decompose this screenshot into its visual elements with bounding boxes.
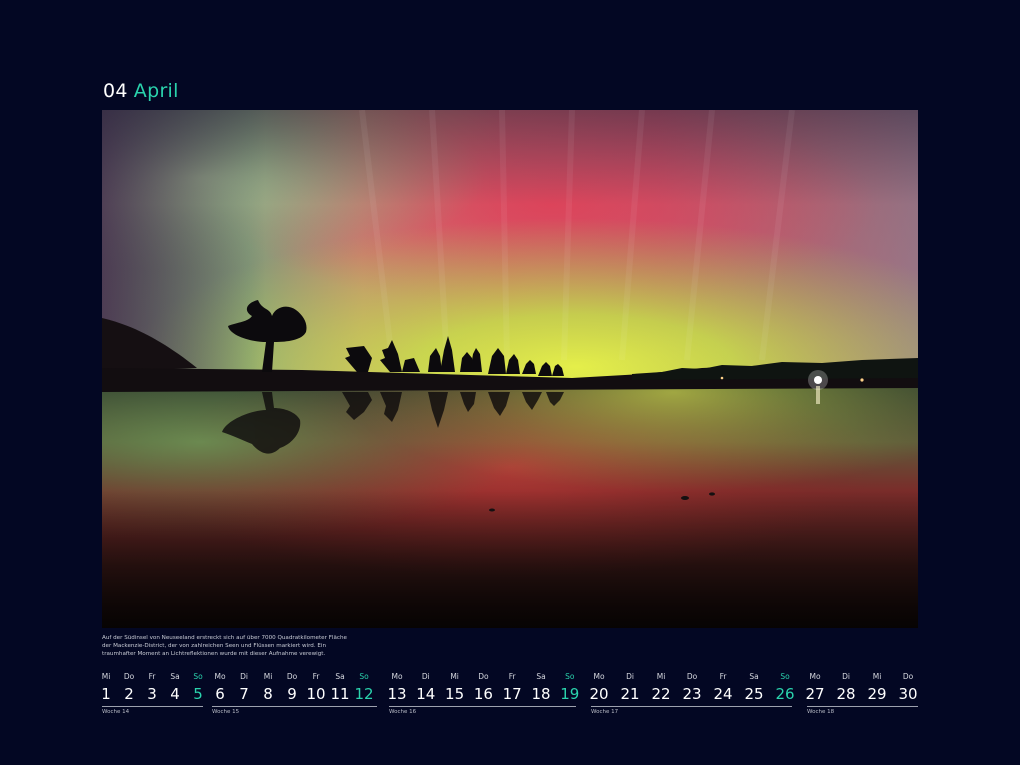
day-number: 22 — [651, 685, 671, 703]
weekday-label: Fr — [508, 672, 516, 681]
week-divider — [389, 706, 576, 707]
calendar-day: So 26 — [770, 672, 800, 704]
weekday-label: Mi — [656, 672, 666, 681]
week-label: Woche 18 — [807, 709, 835, 715]
calendar-day: Sa 18 — [526, 672, 556, 704]
calendar-day: So 19 — [555, 672, 585, 704]
day-number: 23 — [682, 685, 702, 703]
calendar-day: Di 21 — [615, 672, 645, 704]
calendar-day: Mo 13 — [382, 672, 412, 704]
calendar-day: So 12 — [349, 672, 379, 704]
calendar-day: Mo 20 — [584, 672, 614, 704]
weekday-label: Fr — [719, 672, 727, 681]
calendar-day: Mi 15 — [440, 672, 470, 704]
day-number: 29 — [867, 685, 887, 703]
day-number: 25 — [744, 685, 764, 703]
week-divider — [591, 706, 792, 707]
month-number: 04 — [103, 80, 128, 102]
day-number: 19 — [560, 685, 580, 703]
calendar-day: Di 28 — [831, 672, 861, 704]
day-number: 21 — [620, 685, 640, 703]
week-label: Woche 16 — [389, 709, 417, 715]
weekday-label: Mo — [593, 672, 605, 681]
day-number: 15 — [445, 685, 465, 703]
weekday-label: So — [359, 672, 369, 681]
calendar-day: Do 30 — [893, 672, 923, 704]
calendar-day: Mi 22 — [646, 672, 676, 704]
calendar-day: Mo 27 — [800, 672, 830, 704]
weekday-label: Do — [478, 672, 489, 681]
day-number: 16 — [473, 685, 493, 703]
day-number: 14 — [416, 685, 436, 703]
week-label: Woche 14 — [102, 709, 130, 715]
calendar-day: Do 23 — [677, 672, 707, 704]
week-divider — [807, 706, 918, 707]
week-divider — [212, 706, 377, 707]
day-number: 30 — [898, 685, 918, 703]
weekday-label: Di — [626, 672, 634, 681]
day-number: 27 — [805, 685, 825, 703]
weekday-label: So — [780, 672, 790, 681]
week-label: Woche 17 — [591, 709, 619, 715]
day-number: 17 — [502, 685, 522, 703]
calendar-day: Sa 25 — [739, 672, 769, 704]
day-number: 28 — [836, 685, 856, 703]
calendar-day: Di 14 — [411, 672, 441, 704]
month-header: 04 April — [103, 80, 179, 102]
calendar-strip: Mi 1 Do 2 Fr 3 Sa 4 So 5 Woche 14 Mo 6 Di 7 Mi 8 Do 9 Fr 10 S… — [101, 672, 918, 722]
photo-caption: Auf der Südinsel von Neuseeland erstreck… — [102, 635, 347, 657]
week-divider — [102, 706, 203, 707]
day-number: 18 — [531, 685, 551, 703]
week-label: Woche 15 — [212, 709, 240, 715]
weekday-label: Mo — [391, 672, 403, 681]
weekday-label: Mi — [872, 672, 882, 681]
day-number: 13 — [387, 685, 407, 703]
weekday-label: Di — [421, 672, 430, 681]
calendar-day: Fr 17 — [497, 672, 527, 704]
weekday-label: Do — [686, 672, 698, 681]
day-number: 26 — [775, 685, 795, 703]
calendar-day: Do 16 — [468, 672, 498, 704]
day-number: 12 — [354, 685, 374, 703]
weekday-label: Do — [902, 672, 914, 681]
weekday-label: So — [565, 672, 575, 681]
aurora-lake-photo — [102, 110, 918, 628]
weekday-label: Di — [842, 672, 850, 681]
weekday-label: Mi — [450, 672, 459, 681]
calendar-day: Mi 29 — [862, 672, 892, 704]
day-number: 20 — [589, 685, 609, 703]
calendar-day: Fr 24 — [708, 672, 738, 704]
month-name: April — [133, 80, 179, 102]
weekday-label: Sa — [749, 672, 759, 681]
weekday-label: Mo — [809, 672, 821, 681]
day-number: 24 — [713, 685, 733, 703]
weekday-label: Sa — [536, 672, 546, 681]
